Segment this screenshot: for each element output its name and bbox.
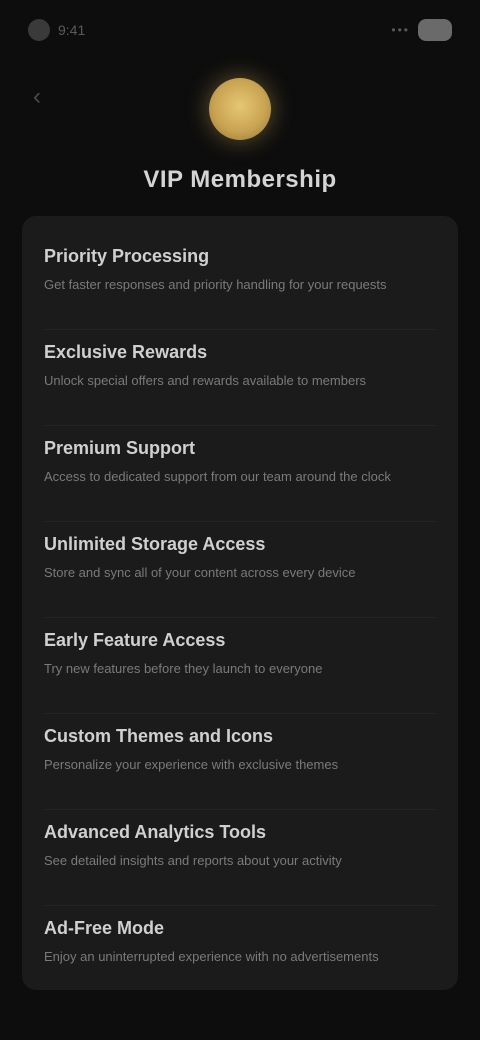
list-item-title: Early Feature Access bbox=[44, 630, 226, 650]
list-item[interactable]: Unlimited Storage Access Store and sync … bbox=[44, 522, 436, 618]
list-item-description: Enjoy an uninterrupted experience with n… bbox=[44, 949, 379, 964]
camera-dot-icon bbox=[28, 19, 50, 41]
list-item[interactable]: Exclusive Rewards Unlock special offers … bbox=[44, 330, 436, 426]
signal-icon: ••• bbox=[391, 23, 410, 37]
list-item[interactable]: Custom Themes and Icons Personalize your… bbox=[44, 714, 436, 810]
battery-icon bbox=[418, 19, 452, 41]
list-item-description: Unlock special offers and rewards availa… bbox=[44, 373, 367, 388]
page-title: VIP Membership bbox=[143, 166, 337, 193]
list-item[interactable]: Ad-Free Mode Enjoy an uninterrupted expe… bbox=[44, 906, 436, 1002]
gold-coin-icon bbox=[209, 78, 271, 140]
status-bar: 9:41 ••• bbox=[0, 0, 480, 60]
list-item-description: See detailed insights and reports about … bbox=[44, 853, 342, 868]
list-item-title: Premium Support bbox=[44, 438, 196, 458]
list-item-description: Personalize your experience with exclusi… bbox=[44, 757, 339, 772]
list-item[interactable]: Premium Support Access to dedicated supp… bbox=[44, 426, 436, 522]
list-item-description: Try new features before they launch to e… bbox=[44, 661, 323, 676]
list-item-title: Exclusive Rewards bbox=[44, 342, 208, 362]
status-left: 9:41 bbox=[28, 19, 85, 41]
status-right: ••• bbox=[391, 19, 452, 41]
list-item[interactable]: Priority Processing Get faster responses… bbox=[44, 234, 436, 330]
list-item-title: Ad-Free Mode bbox=[44, 918, 165, 938]
list-item-title: Unlimited Storage Access bbox=[44, 534, 266, 554]
list-item[interactable]: Early Feature Access Try new features be… bbox=[44, 618, 436, 714]
list-item-description: Store and sync all of your content acros… bbox=[44, 565, 356, 580]
list-item-title: Custom Themes and Icons bbox=[44, 726, 274, 746]
status-time: 9:41 bbox=[58, 22, 86, 38]
list-item-description: Access to dedicated support from our tea… bbox=[44, 469, 391, 484]
list-item-title: Priority Processing bbox=[44, 246, 210, 266]
hero-header: VIP Membership bbox=[0, 78, 480, 194]
list-item-description: Get faster responses and priority handli… bbox=[44, 277, 387, 292]
list-item[interactable]: Advanced Analytics Tools See detailed in… bbox=[44, 810, 436, 906]
settings-list: Priority Processing Get faster responses… bbox=[22, 216, 458, 990]
list-item-title: Advanced Analytics Tools bbox=[44, 822, 267, 842]
